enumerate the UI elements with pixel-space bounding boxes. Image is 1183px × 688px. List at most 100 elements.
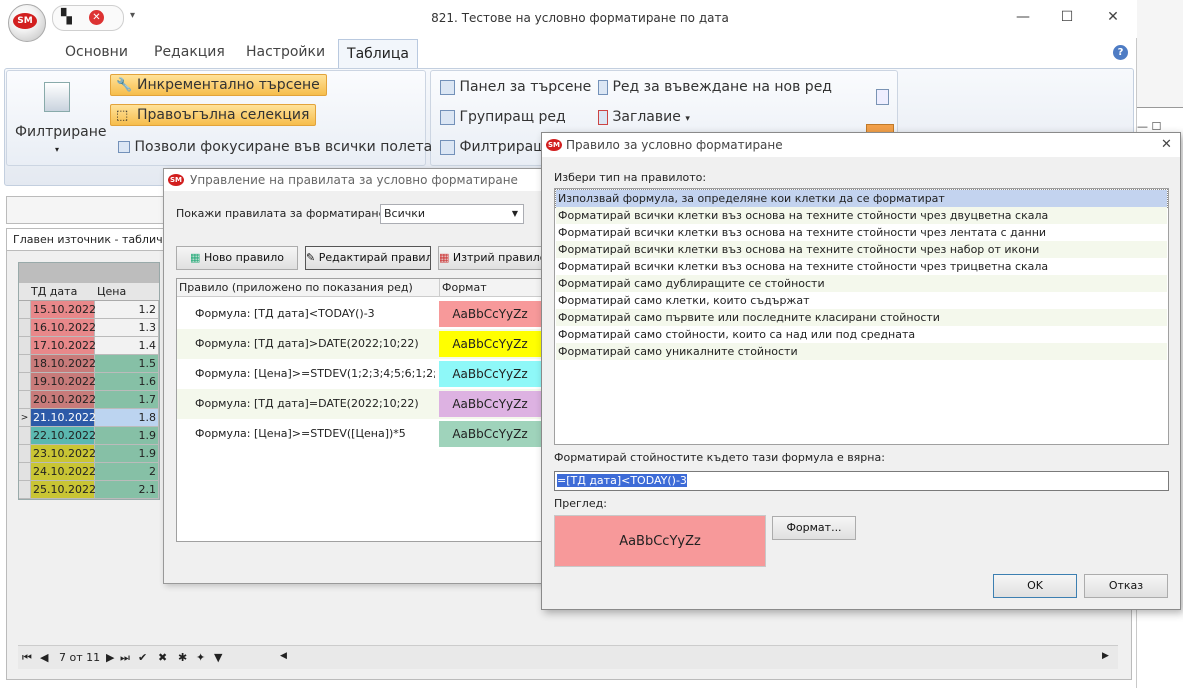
export-icon[interactable] (876, 89, 889, 105)
search-panel-button[interactable]: Панел за търсене (440, 79, 591, 95)
nav-prev-icon[interactable]: ◀ (40, 651, 48, 664)
row-indicator[interactable] (19, 319, 31, 337)
column-header-price[interactable]: Цена (97, 285, 126, 298)
source-tab[interactable]: Главен източник - табличен и (6, 228, 164, 250)
save-icon[interactable]: ✔ (138, 651, 147, 664)
edit-rule-button[interactable]: ✎ Редактирай правилот (305, 246, 431, 270)
checkered-flag-icon[interactable]: ▚ (61, 9, 72, 25)
price-cell[interactable]: 2.1 (95, 481, 159, 499)
rule-type-item[interactable]: Форматирай всички клетки въз основа на т… (556, 241, 1167, 258)
rule-type-item[interactable]: Форматирай всички клетки въз основа на т… (556, 207, 1167, 224)
maximize-icon[interactable]: ☐ (1044, 6, 1090, 28)
rule-row[interactable]: Формула: [ТД дата]<TODAY()-3 AaBbCcYyZz (177, 299, 541, 329)
date-cell[interactable]: 24.10.2022 (31, 463, 96, 481)
price-cell[interactable]: 1.9 (95, 445, 159, 463)
delete-icon[interactable]: ✖ (158, 651, 167, 664)
rule-type-item[interactable]: Използвай формула, за определяне кои кле… (555, 189, 1168, 208)
price-cell[interactable]: 1.5 (95, 355, 159, 373)
table-row[interactable]: >21.10.2022 1.8 (19, 409, 159, 427)
scroll-left-icon[interactable]: ◀ (280, 651, 287, 661)
rule-row[interactable]: Формула: [Цена]>=STDEV(1;2;3;4;5;6;1;2;3… (177, 359, 541, 389)
table-row[interactable]: 22.10.2022 1.9 (19, 427, 159, 445)
rule-row[interactable]: Формула: [ТД дата]>DATE(2022;10;22) AaBbC… (177, 329, 541, 359)
row-indicator[interactable] (19, 337, 31, 355)
row-indicator[interactable] (19, 373, 31, 391)
delete-rule-button[interactable]: ▦ Изтрий правило (438, 246, 546, 270)
cancel-icon[interactable]: ✕ (89, 10, 104, 25)
row-indicator[interactable] (19, 445, 31, 463)
table-row[interactable]: 19.10.2022 1.6 (19, 373, 159, 391)
new-row-button[interactable]: Ред за въвеждане на нов ред (598, 79, 832, 95)
row-indicator[interactable] (19, 301, 31, 319)
table-row[interactable]: 16.10.2022 1.3 (19, 319, 159, 337)
table-row[interactable]: 24.10.2022 2 (19, 463, 159, 481)
formula-input[interactable]: =[ТД дата]<TODAY()-3 (554, 471, 1169, 491)
table-row[interactable]: 18.10.2022 1.5 (19, 355, 159, 373)
price-cell[interactable]: 1.7 (95, 391, 159, 409)
table-row[interactable]: 23.10.2022 1.9 (19, 445, 159, 463)
price-cell[interactable]: 1.9 (95, 427, 159, 445)
format-column-header[interactable]: Формат (439, 279, 487, 297)
table-row[interactable]: 20.10.2022 1.7 (19, 391, 159, 409)
date-cell[interactable]: 18.10.2022 (31, 355, 96, 373)
rule-row[interactable]: Формула: [ТД дата]=DATE(2022;10;22) AaBbC… (177, 389, 541, 419)
new-rule-button[interactable]: ▦ Ново правило (176, 246, 298, 270)
date-cell[interactable]: 19.10.2022 (31, 373, 96, 391)
refresh-icon[interactable]: ✦ (196, 651, 205, 664)
help-icon[interactable]: ? (1113, 45, 1128, 60)
close-icon[interactable]: ✕ (1161, 137, 1172, 152)
minimize-icon[interactable]: — (1000, 6, 1046, 28)
table-row[interactable]: 17.10.2022 1.4 (19, 337, 159, 355)
table-row[interactable]: 15.10.2022 1.2 (19, 301, 159, 319)
customize-qat-icon[interactable]: ▾ (130, 10, 135, 21)
filter-row-button[interactable]: Филтриращ (440, 139, 546, 155)
row-indicator[interactable] (19, 463, 31, 481)
ok-button[interactable]: OK (993, 574, 1077, 598)
rule-type-item[interactable]: Форматирай само първите или последните к… (556, 309, 1167, 326)
date-cell[interactable]: 21.10.2022 (31, 409, 96, 427)
nav-next-icon[interactable]: ▶ (106, 651, 114, 664)
price-cell[interactable]: 2 (95, 463, 159, 481)
row-indicator[interactable] (19, 355, 31, 373)
rule-type-item[interactable]: Форматирай само дублиращите се стойности (556, 275, 1167, 292)
rule-type-item[interactable]: Форматирай само клетки, които съдържат (556, 292, 1167, 309)
row-indicator[interactable]: > (19, 409, 31, 427)
tab-table[interactable]: Таблица (338, 39, 418, 68)
price-cell[interactable]: 1.3 (95, 319, 159, 337)
date-cell[interactable]: 15.10.2022 (31, 301, 96, 319)
column-header-date[interactable]: ТД дата (31, 285, 77, 298)
price-cell[interactable]: 1.8 (95, 409, 159, 427)
incremental-search-button[interactable]: Инкрементално търсене (110, 74, 327, 96)
table-row[interactable]: 25.10.2022 2.1 (19, 481, 159, 499)
show-rules-select[interactable]: Всички ▼ (380, 204, 524, 224)
cancel-button[interactable]: Отказ (1084, 574, 1168, 598)
format-button[interactable]: Формат... (772, 516, 856, 540)
focus-all-button[interactable]: Позволи фокусиране във всички полета (118, 139, 432, 155)
chevron-down-icon[interactable]: ▾ (55, 145, 59, 154)
rule-row[interactable]: Формула: [Цена]>=STDEV([Цена])*5 AaBbCcYy… (177, 419, 541, 449)
date-cell[interactable]: 25.10.2022 (31, 481, 96, 499)
date-cell[interactable]: 20.10.2022 (31, 391, 96, 409)
scroll-right-icon[interactable]: ▶ (1102, 651, 1109, 661)
tab-settings[interactable]: Настройки (246, 44, 325, 60)
insert-icon[interactable]: ✱ (178, 651, 187, 664)
rule-type-item[interactable]: Форматирай само стойности, които са над … (556, 326, 1167, 343)
filter-button[interactable]: Филтриране (15, 124, 106, 140)
date-cell[interactable]: 22.10.2022 (31, 427, 96, 445)
rule-type-item[interactable]: Форматирай всички клетки въз основа на т… (556, 224, 1167, 241)
group-row-button[interactable]: Групиращ ред (440, 109, 566, 125)
row-indicator[interactable] (19, 481, 31, 499)
price-cell[interactable]: 1.4 (95, 337, 159, 355)
rule-column-header[interactable]: Правило (приложено по показания ред) (179, 281, 413, 294)
close-icon[interactable]: ✕ (1090, 6, 1136, 28)
rect-selection-button[interactable]: Правоъгълна селекция (110, 104, 317, 126)
price-cell[interactable]: 1.6 (95, 373, 159, 391)
date-cell[interactable]: 16.10.2022 (31, 319, 96, 337)
nav-first-icon[interactable]: ⏮ (22, 651, 32, 665)
tab-basic[interactable]: Основни (65, 44, 128, 60)
nav-last-icon[interactable]: ⏭ (120, 651, 130, 665)
filter-icon[interactable]: ▼ (214, 651, 222, 664)
row-indicator[interactable] (19, 427, 31, 445)
rule-type-item[interactable]: Форматирай само уникалните стойности (556, 343, 1167, 360)
row-indicator[interactable] (19, 391, 31, 409)
